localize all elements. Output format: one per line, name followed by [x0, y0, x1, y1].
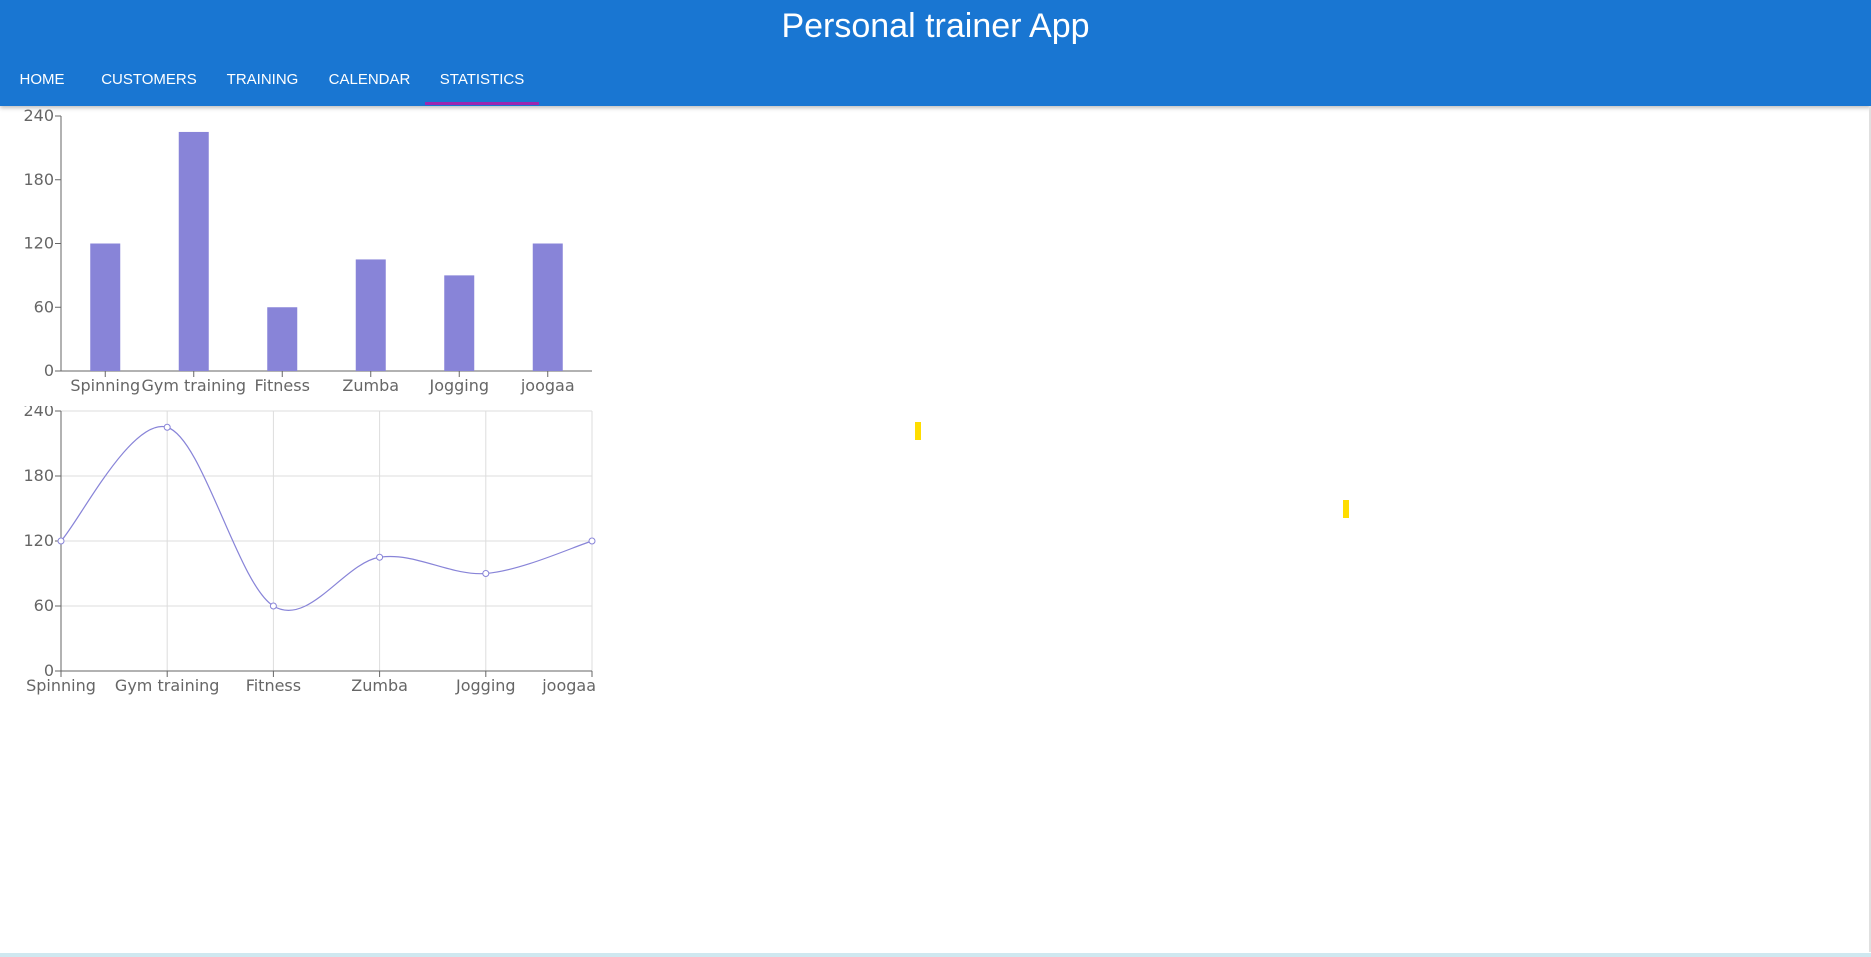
- tab-customers[interactable]: CUSTOMERS: [84, 61, 214, 106]
- x-tick-label: Fitness: [246, 676, 301, 695]
- x-tick-label: joogaa: [520, 376, 575, 395]
- y-tick-label: 0: [44, 361, 54, 380]
- yellow-marker: [915, 422, 921, 440]
- active-tab-indicator: [425, 102, 539, 105]
- tab-training[interactable]: TRAINING: [214, 61, 311, 106]
- data-point: [57, 537, 65, 545]
- x-tick-label: Zumba: [342, 376, 399, 395]
- bar: [267, 307, 298, 371]
- app-title: Personal trainer App: [781, 7, 1090, 45]
- y-tick-label: 240: [23, 106, 54, 125]
- yellow-marker: [1343, 500, 1349, 518]
- data-point: [376, 553, 384, 561]
- y-tick-label: 120: [23, 531, 54, 550]
- x-tick-label: Gym training: [141, 376, 246, 395]
- tab-home[interactable]: HOME: [0, 61, 84, 106]
- y-tick-label: 180: [23, 170, 54, 189]
- tab-statistics[interactable]: STATISTICS: [428, 61, 536, 106]
- x-tick-label: Zumba: [351, 676, 408, 695]
- line-chart: 060120180240Spinning Gym training Fitness Z…: [23, 406, 596, 695]
- data-point: [163, 423, 171, 431]
- bar: [532, 243, 563, 371]
- bar: [444, 275, 475, 371]
- x-tick-label: Jogging: [455, 676, 516, 695]
- bottom-border: [0, 953, 1871, 957]
- x-tick-label: Fitness: [255, 376, 310, 395]
- y-tick-label: 60: [34, 596, 54, 615]
- tab-calendar[interactable]: CALENDAR: [311, 61, 428, 106]
- x-tick-label: Spinning: [70, 376, 140, 395]
- bar: [355, 259, 386, 371]
- data-point: [482, 570, 490, 577]
- data-point: [269, 602, 277, 610]
- y-tick-label: 60: [34, 297, 54, 316]
- bar: [178, 131, 209, 371]
- y-tick-label: 120: [23, 234, 54, 253]
- x-tick-label: Jogging: [428, 376, 489, 395]
- x-tick-label: Gym training: [115, 676, 220, 695]
- y-tick-label: 180: [23, 466, 54, 485]
- bar: [90, 243, 121, 371]
- app-bar: Personal trainer App HOME CUSTOMERS TRAI…: [0, 0, 1871, 106]
- x-tick-label: Spinning: [26, 676, 96, 695]
- bar-chart: 0 60 120 180 240 Spinning Gym training Fitness Z…: [23, 106, 592, 395]
- series-line: [60, 426, 593, 611]
- data-point: [588, 537, 596, 545]
- x-tick-label: joogaa: [541, 676, 596, 695]
- y-tick-label: 240: [23, 406, 54, 420]
